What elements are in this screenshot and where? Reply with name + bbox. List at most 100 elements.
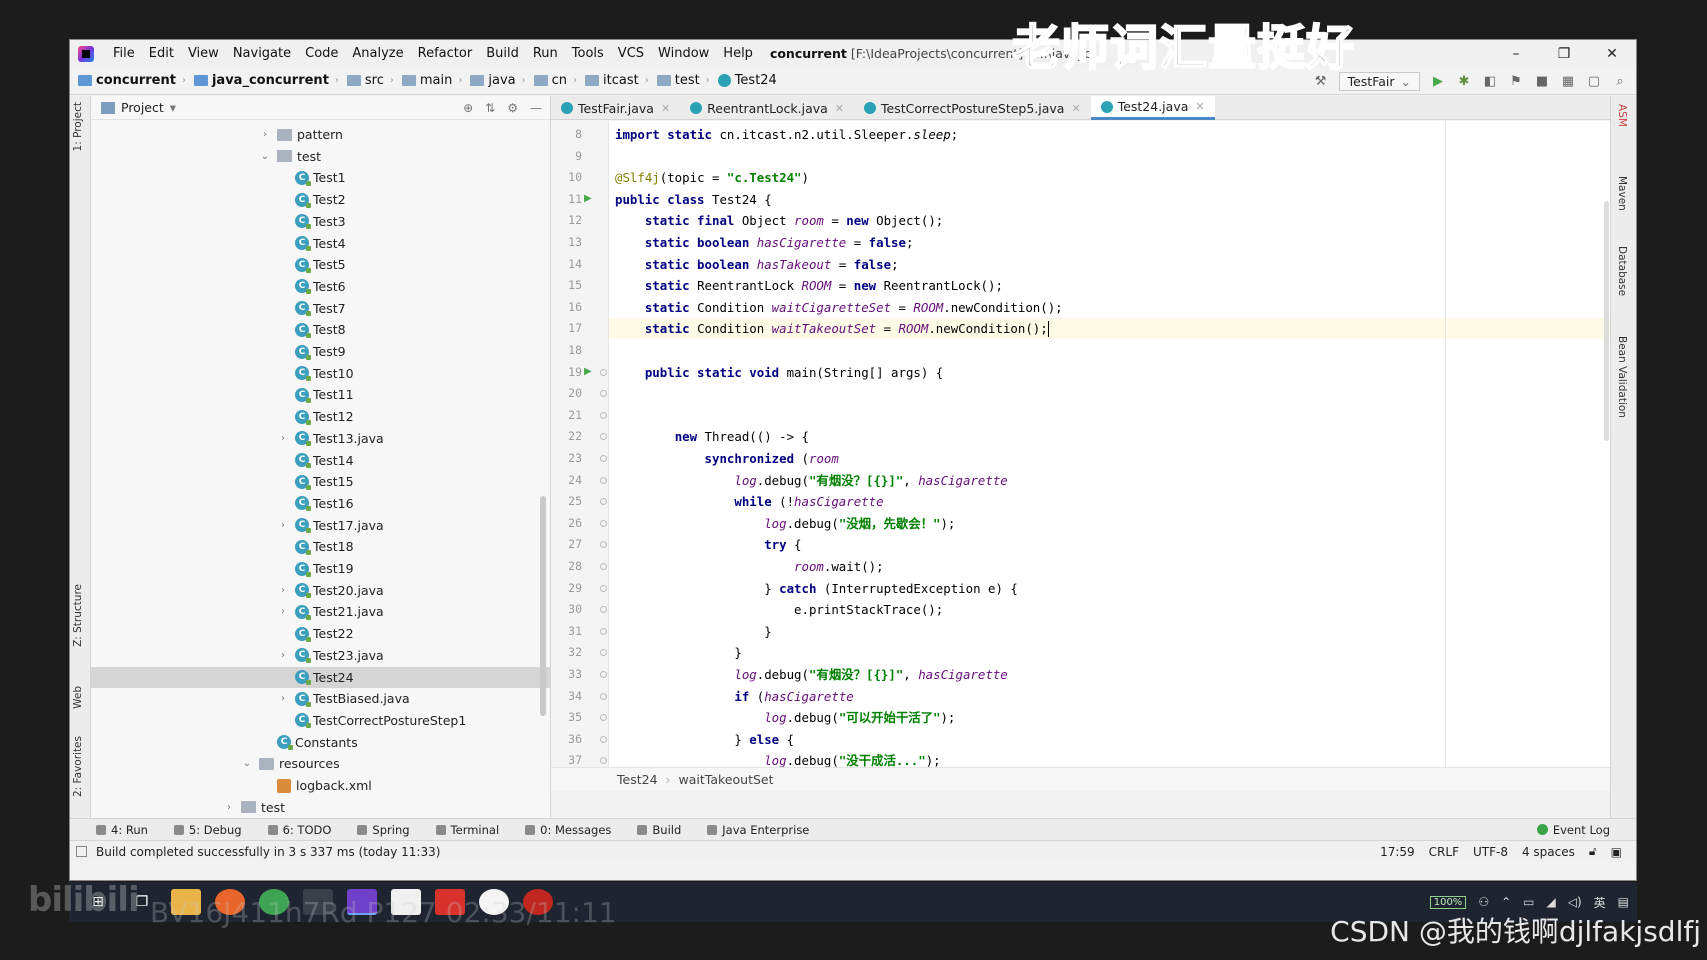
code-line[interactable]: import static cn.itcast.n2.util.Sleeper.… (615, 124, 958, 145)
expand-arrow-icon[interactable]: › (277, 520, 289, 531)
code-line[interactable]: static Condition waitCigaretteSet = ROOM… (615, 297, 1063, 318)
tree-item[interactable]: C Test18 (277, 536, 354, 557)
expand-arrow-icon[interactable]: › (259, 129, 271, 140)
run-gutter-icon[interactable]: ▶ (584, 366, 592, 377)
tree-item[interactable]: › C Test21.java (277, 601, 384, 622)
debug-icon[interactable]: ✱ (1456, 73, 1472, 89)
tree-item[interactable]: › C Test23.java (277, 645, 384, 666)
expand-arrow-icon[interactable]: › (277, 650, 289, 661)
tree-item[interactable]: ⌄ test (259, 146, 321, 167)
editor-tab[interactable]: Test24.java ✕ (1090, 96, 1215, 120)
wifi-icon[interactable]: ◢ (1546, 895, 1555, 909)
menu-analyze[interactable]: Analyze (345, 40, 410, 67)
expand-arrow-icon[interactable]: ⌄ (241, 758, 253, 769)
tool-window-tab[interactable]: Terminal (435, 823, 499, 837)
favorites-tool-tab[interactable]: 2: Favorites (72, 736, 84, 797)
menu-run[interactable]: Run (526, 40, 565, 67)
code-line[interactable]: static Condition waitTakeoutSet = ROOM.n… (615, 318, 1048, 339)
fold-marker-icon[interactable] (600, 692, 607, 700)
tree-item[interactable]: C Test19 (277, 558, 354, 579)
fold-marker-icon[interactable] (600, 735, 607, 743)
nav-crumb[interactable]: java › (462, 73, 526, 88)
tool-window-tab[interactable]: Java Enterprise (707, 823, 809, 837)
status-toggle-icon[interactable] (76, 846, 87, 857)
stop-icon[interactable]: ■ (1534, 73, 1550, 89)
tree-item[interactable]: C Test15 (277, 471, 354, 492)
tree-item[interactable]: logback.xml (259, 775, 372, 796)
menu-help[interactable]: Help (716, 40, 760, 67)
code-line[interactable]: static boolean hasCigarette = false; (615, 232, 914, 253)
tree-item[interactable]: C Test8 (277, 319, 346, 340)
tool-window-tab[interactable]: 5: Debug (173, 823, 242, 837)
chevron-up-icon[interactable]: ⌃ (1501, 895, 1511, 909)
expand-arrow-icon[interactable]: › (277, 585, 289, 596)
minimize-icon[interactable]: – (1492, 40, 1540, 67)
code-line[interactable]: new Thread(() -> { (615, 426, 809, 447)
lock-icon[interactable]: 🔓︎ (1589, 844, 1597, 859)
fold-marker-icon[interactable] (600, 476, 607, 484)
expand-arrow-icon[interactable]: › (223, 802, 235, 813)
code-line[interactable]: } (615, 621, 771, 642)
notifications-icon[interactable]: ▣ (1611, 845, 1622, 859)
code-line[interactable]: log.debug("有烟没？[{}]", hasCigarette (615, 470, 1007, 491)
tree-item[interactable]: › test (223, 797, 285, 818)
volume-icon[interactable]: ◁) (1568, 895, 1582, 909)
nav-crumb[interactable]: itcast › (577, 73, 649, 88)
code-line[interactable]: public class Test24 { (615, 189, 772, 210)
coverage-icon[interactable]: ◧ (1482, 73, 1498, 89)
close-tab-icon[interactable]: ✕ (835, 102, 844, 115)
tree-item[interactable]: C Test10 (277, 363, 354, 384)
nav-crumb[interactable]: cn › (526, 73, 577, 88)
code-line[interactable]: e.printStackTrace(); (615, 599, 943, 620)
fold-marker-icon[interactable] (600, 563, 607, 570)
breadcrumb-field[interactable]: waitTakeoutSet (679, 772, 774, 787)
tree-item[interactable]: C Test2 (277, 189, 346, 210)
locate-icon[interactable]: ⊕ (463, 101, 473, 115)
code-line[interactable]: try { (615, 534, 801, 555)
code-line[interactable]: } (615, 642, 741, 663)
code-line[interactable]: log.debug("可以开始干活了"); (615, 707, 955, 728)
tool-window-tab[interactable]: Build (637, 823, 681, 837)
tree-item[interactable]: C Test7 (277, 298, 346, 319)
tool-window-tab[interactable]: 4: Run (96, 823, 148, 837)
code-line[interactable]: log.debug("没烟，先歇会！"); (615, 513, 955, 534)
structure-tool-tab[interactable]: Z: Structure (72, 584, 84, 647)
tree-item[interactable]: C Test16 (277, 493, 354, 514)
fold-marker-icon[interactable] (600, 368, 607, 376)
menu-edit[interactable]: Edit (142, 40, 181, 67)
tree-item[interactable]: › C TestBiased.java (277, 688, 410, 709)
code-line[interactable]: static final Object room = new Object(); (615, 210, 943, 231)
fold-marker-icon[interactable] (600, 455, 607, 462)
tree-item[interactable]: C Test5 (277, 254, 346, 275)
fold-marker-icon[interactable] (600, 584, 607, 592)
fold-marker-icon[interactable] (600, 627, 607, 635)
code-line[interactable]: static boolean hasTakeout = false; (615, 254, 899, 275)
menu-refactor[interactable]: Refactor (411, 40, 480, 67)
run-icon[interactable]: ▶ (1430, 73, 1446, 89)
run-gutter-icon[interactable]: ▶ (584, 193, 592, 204)
chevron-down-icon[interactable]: ▾ (170, 100, 176, 115)
tree-item[interactable]: C Test9 (277, 341, 346, 362)
code-editor[interactable]: 8 9 10 11 ▶ 12 13 14 15 16 17 18 19 ▶ 20 21 22 23 24 25 26 27… (551, 121, 1611, 791)
hide-icon[interactable]: — (530, 101, 542, 115)
code-line[interactable]: @Slf4j(topic = "c.Test24") (615, 167, 809, 188)
tree-item[interactable]: C Test6 (277, 276, 346, 297)
expand-arrow-icon[interactable]: › (277, 693, 289, 704)
fold-marker-icon[interactable] (600, 606, 607, 614)
collapse-all-icon[interactable]: ⇅ (485, 101, 495, 115)
search-icon[interactable]: ⌕ (1612, 73, 1628, 89)
code-line[interactable]: } catch (InterruptedException e) { (615, 578, 1018, 599)
close-tab-icon[interactable]: ✕ (661, 102, 670, 115)
tree-item[interactable]: C TestCorrectPostureStep1 (277, 710, 466, 731)
fold-marker-icon[interactable] (600, 714, 607, 722)
tree-item[interactable]: C Test3 (277, 211, 346, 232)
nav-crumb[interactable]: main › (394, 73, 462, 88)
tree-item[interactable]: C Test14 (277, 450, 354, 471)
code-line[interactable]: while (!hasCigarette (615, 491, 883, 512)
tree-item[interactable]: C Constants (259, 732, 358, 753)
file-encoding[interactable]: UTF-8 (1473, 845, 1508, 859)
line-separator[interactable]: CRLF (1429, 845, 1459, 859)
code-line[interactable]: } else { (615, 729, 794, 750)
expand-arrow-icon[interactable]: ⌄ (259, 151, 271, 162)
maven-tool-tab[interactable]: Maven (1616, 176, 1628, 211)
